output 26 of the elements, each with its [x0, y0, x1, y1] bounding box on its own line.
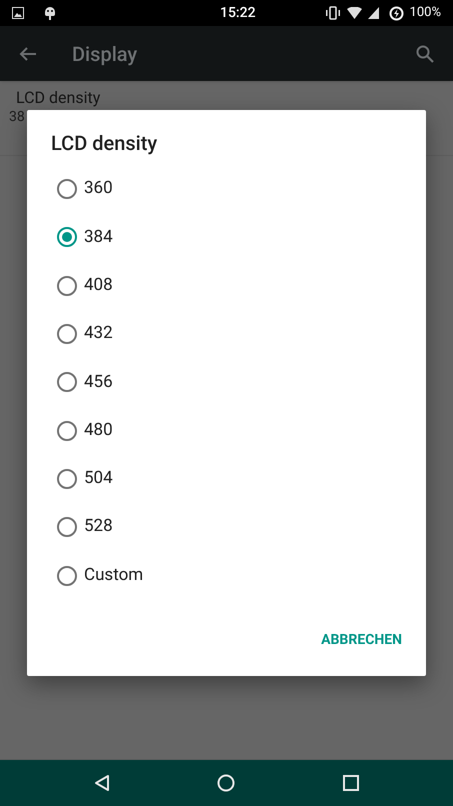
home-nav-button[interactable]: [217, 774, 236, 792]
recents-nav-button[interactable]: [342, 774, 360, 792]
radio-option[interactable]: Custom: [27, 551, 426, 600]
signal-icon: [368, 7, 379, 19]
search-button[interactable]: [415, 44, 435, 64]
radio-option[interactable]: 360: [27, 165, 426, 214]
android-icon: [44, 6, 56, 20]
radio-option[interactable]: 504: [27, 454, 426, 504]
image-icon: [12, 7, 24, 19]
radio-option[interactable]: 456: [27, 358, 426, 406]
radio-option[interactable]: 432: [27, 310, 426, 358]
clock: 15:22: [220, 4, 256, 22]
cancel-button[interactable]: ABBRECHEN: [313, 622, 410, 659]
radio-option[interactable]: 528: [27, 503, 426, 552]
setting-title: LCD density: [16, 88, 100, 108]
radio-option[interactable]: 408: [27, 262, 426, 310]
battery-saver-icon: [388, 6, 404, 20]
radio-option[interactable]: 480: [27, 406, 426, 455]
wifi-icon: [346, 7, 362, 19]
vibrate-icon: [324, 6, 341, 20]
back-nav-button[interactable]: [93, 774, 112, 792]
radio-option[interactable]: 384: [27, 213, 426, 262]
battery-percent: 100%: [410, 4, 441, 22]
screen-title: Display: [72, 40, 138, 68]
dialog-title: LCD density: [51, 130, 158, 156]
setting-summary: 38: [9, 108, 25, 126]
